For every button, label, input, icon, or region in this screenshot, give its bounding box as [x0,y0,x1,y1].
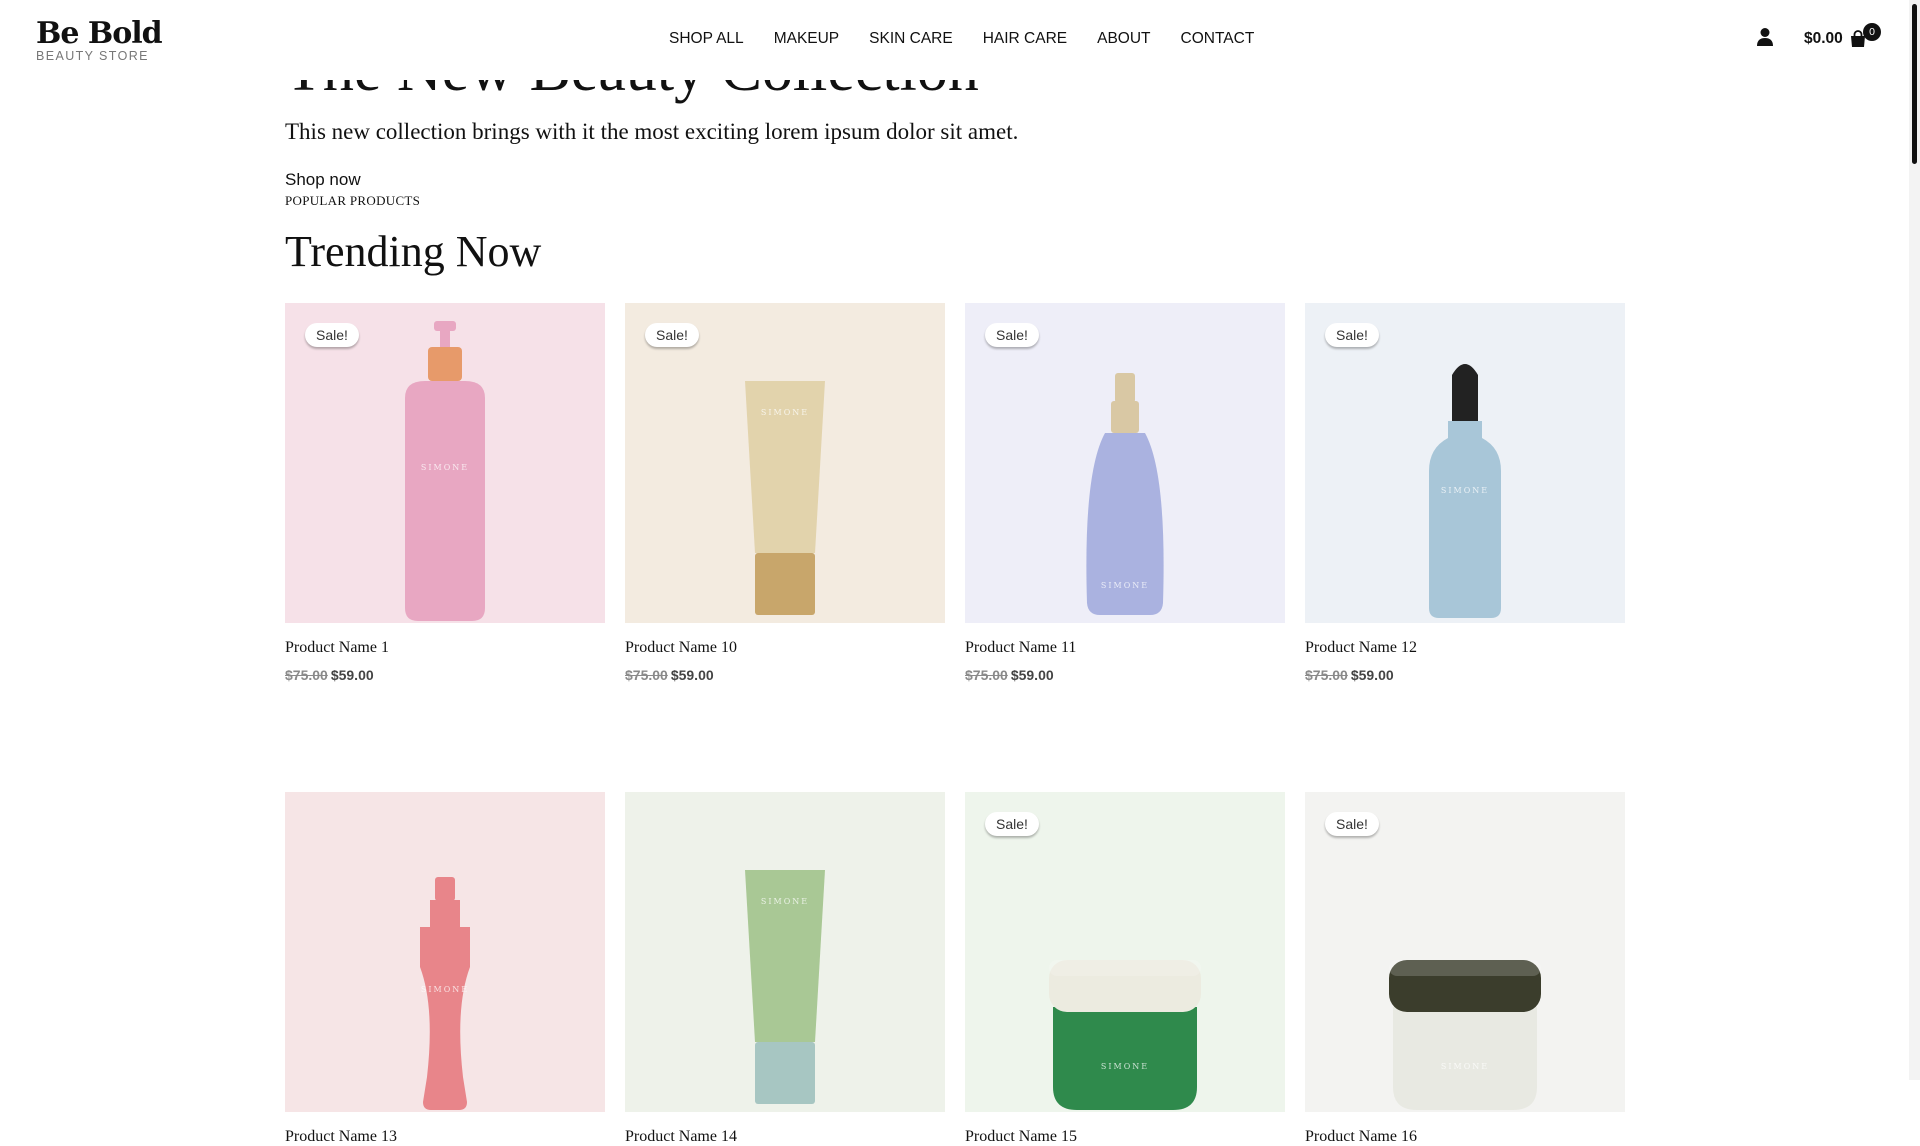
nav-item-hair-care[interactable]: HAIR CARE [983,30,1067,48]
sale-price: $59.00 [1010,667,1054,683]
brand-name: Be Bold [36,16,163,51]
product-name[interactable]: Product Name 11 [965,639,1285,657]
main-nav: SHOP ALL MAKEUP SKIN CARE HAIR CARE ABOU… [669,30,1254,48]
cart-total[interactable]: $0.00 [1804,30,1843,48]
product-price: $75.00 $59.00 [1305,667,1625,683]
svg-text:SIMONE: SIMONE [1101,581,1149,590]
product-card: SIMONE Product Name 13 [285,792,605,1146]
product-name[interactable]: Product Name 12 [1305,639,1625,657]
product-image[interactable]: SIMONE [285,792,605,1112]
svg-text:SIMONE: SIMONE [1441,486,1489,495]
product-thumbnail[interactable]: SIMONE [285,792,605,1112]
nav-item-skin-care[interactable]: SKIN CARE [869,30,953,48]
original-price: $75.00 [285,667,328,683]
product-image[interactable]: SIMONE [965,303,1285,623]
product-card: SIMONE Sale! Product Name 10 $75.00 $59.00 [625,303,945,683]
nav-item-shop-all[interactable]: SHOP ALL [669,30,744,48]
product-image[interactable]: SIMONE [625,303,945,623]
product-thumbnail[interactable]: SIMONE Sale! [965,792,1285,1112]
svg-text:SIMONE: SIMONE [421,985,469,994]
product-name[interactable]: Product Name 10 [625,639,945,657]
product-card: SIMONE Sale! Product Name 1 $75.00 $59.00 [285,303,605,683]
sale-price: $59.00 [330,667,374,683]
sale-badge: Sale! [1325,323,1379,347]
sale-price: $59.00 [670,667,714,683]
site-logo[interactable]: Be Bold BEAUTY STORE [36,16,163,64]
hero-subtitle: This new collection brings with it the m… [285,119,1019,144]
product-image[interactable]: SIMONE [965,792,1285,1112]
brand-tagline: BEAUTY STORE [36,49,149,63]
product-name[interactable]: Product Name 15 [965,1128,1285,1146]
site-header: Be Bold BEAUTY STORE SHOP ALL MAKEUP SKI… [0,0,1909,80]
original-price: $75.00 [965,667,1008,683]
nav-item-contact[interactable]: CONTACT [1181,30,1255,48]
original-price: $75.00 [625,667,668,683]
product-image[interactable]: SIMONE [1305,303,1625,623]
product-name[interactable]: Product Name 1 [285,639,605,657]
product-thumbnail[interactable]: SIMONE Sale! [285,303,605,623]
original-price: $75.00 [1305,667,1348,683]
product-card: SIMONE Sale! Product Name 15 [965,792,1285,1146]
user-icon[interactable] [1756,27,1774,47]
sale-badge: Sale! [645,323,699,347]
nav-item-about[interactable]: ABOUT [1097,30,1150,48]
scroll-thumb[interactable] [1912,4,1917,164]
product-price: $75.00 $59.00 [285,667,605,683]
product-price: $75.00 $59.00 [965,667,1285,683]
sale-badge: Sale! [985,323,1039,347]
cart-count-badge[interactable]: 0 [1863,23,1881,41]
product-image[interactable]: SIMONE [625,792,945,1112]
page-scrollbar[interactable] [1909,0,1920,1080]
product-card: SIMONE Sale! Product Name 12 $75.00 $59.00 [1305,303,1625,683]
sale-badge: Sale! [305,323,359,347]
product-price: $75.00 $59.00 [625,667,945,683]
sale-badge: Sale! [1325,812,1379,836]
product-thumbnail[interactable]: SIMONE Sale! [625,303,945,623]
svg-text:SIMONE: SIMONE [761,408,809,417]
product-thumbnail[interactable]: SIMONE Sale! [1305,303,1625,623]
product-thumbnail[interactable]: SIMONE [625,792,945,1112]
product-name[interactable]: Product Name 16 [1305,1128,1625,1146]
section-title: Trending Now [285,227,542,276]
product-name[interactable]: Product Name 13 [285,1128,605,1146]
svg-text:SIMONE: SIMONE [1101,1062,1149,1071]
product-thumbnail[interactable]: SIMONE Sale! [965,303,1285,623]
product-grid: SIMONE Sale! Product Name 1 $75.00 $59.00 SI… [285,303,1625,1146]
product-card: SIMONE Product Name 14 [625,792,945,1146]
product-name[interactable]: Product Name 14 [625,1128,945,1146]
shop-now-link[interactable]: Shop now [285,170,361,190]
product-card: SIMONE Sale! Product Name 16 [1305,792,1625,1146]
product-image[interactable]: SIMONE [285,303,605,623]
sale-price: $59.00 [1350,667,1394,683]
svg-text:SIMONE: SIMONE [761,897,809,906]
section-kicker: POPULAR PRODUCTS [285,193,421,208]
product-image[interactable]: SIMONE [1305,792,1625,1112]
nav-item-makeup[interactable]: MAKEUP [774,30,839,48]
svg-text:SIMONE: SIMONE [421,463,469,472]
sale-badge: Sale! [985,812,1039,836]
product-card: SIMONE Sale! Product Name 11 $75.00 $59.00 [965,303,1285,683]
product-thumbnail[interactable]: SIMONE Sale! [1305,792,1625,1112]
svg-text:SIMONE: SIMONE [1441,1062,1489,1071]
